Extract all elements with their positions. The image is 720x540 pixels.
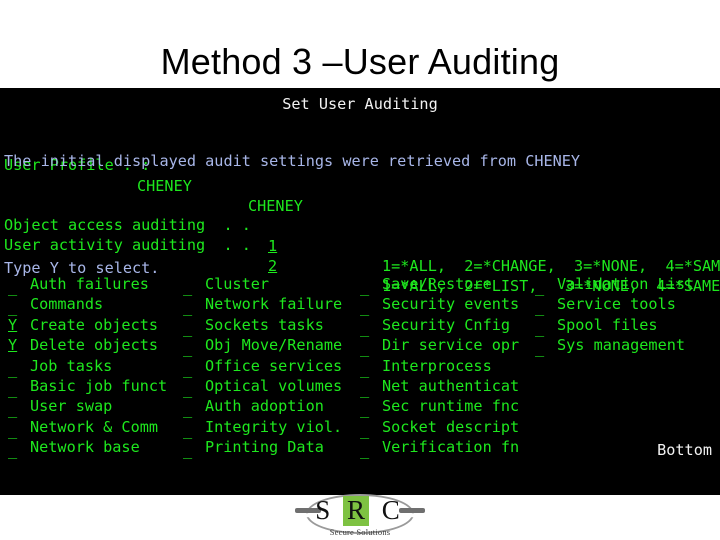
audit-option-label: Service tools <box>557 295 676 314</box>
user-profile-value: CHENEY <box>137 176 192 195</box>
slide-canvas: Method 3 –User Auditing Set User Auditin… <box>0 0 720 540</box>
page-title: Method 3 –User Auditing <box>160 41 560 82</box>
audit-option-input[interactable]: _ <box>183 399 192 419</box>
audit-option-input[interactable]: _ <box>183 297 192 317</box>
audit-option-label: Obj Move/Rename <box>205 336 343 355</box>
audit-option-input[interactable]: _ <box>8 399 17 419</box>
audit-option-input[interactable]: _ <box>183 379 192 399</box>
audit-option-label: Auth adoption <box>205 397 324 416</box>
src-logo: S R C Secure Solutions <box>295 494 425 540</box>
audit-option-label: Sockets tasks <box>205 315 324 334</box>
audit-option-input[interactable]: _ <box>535 338 544 358</box>
audit-option-input[interactable]: Y <box>8 315 17 335</box>
audit-option-label: Dir service opr <box>382 336 520 355</box>
audit-option-input[interactable]: _ <box>8 277 17 297</box>
audit-option-input[interactable]: _ <box>360 297 369 317</box>
audit-option-input[interactable]: _ <box>360 338 369 358</box>
audit-option-label: Network & Comm <box>30 417 159 436</box>
audit-option-label: Sys management <box>557 336 686 355</box>
audit-option-input[interactable]: _ <box>360 379 369 399</box>
audit-option-input[interactable]: _ <box>360 277 369 297</box>
audit-option-input[interactable]: _ <box>360 399 369 419</box>
audit-option-label: Network failure <box>205 295 343 314</box>
audit-option-label: Basic job funct <box>30 377 168 395</box>
function-key-bar[interactable]: F3=Exit F11=Display Keywords F18=Outcomi… <box>0 478 720 495</box>
audit-option-label: Interprocess <box>382 356 492 375</box>
audit-option-input[interactable]: Y <box>8 335 17 355</box>
terminal-screen[interactable]: Set User Auditing User Profile . : CHENE… <box>0 88 720 495</box>
audit-option-label: Sec runtime fnc <box>382 397 520 416</box>
user-activity-label: User activity auditing . . <box>4 236 251 255</box>
audit-option-label: Security Cnfig <box>382 315 511 334</box>
audit-option-label: Socket descript <box>382 417 520 436</box>
logo-tagline: Secure Solutions <box>329 527 391 537</box>
status-message: The initial displayed audit settings wer… <box>4 152 581 170</box>
audit-option-label: Commands <box>30 295 104 314</box>
audit-option-input[interactable]: _ <box>8 420 17 440</box>
audit-option-label: Integrity viol. <box>205 417 343 436</box>
audit-option-label: User swap <box>30 397 113 416</box>
audit-option-input[interactable]: _ <box>360 420 369 440</box>
audit-option-input[interactable]: _ <box>535 277 544 297</box>
audit-option-label: Job tasks <box>30 356 113 375</box>
audit-option-label: Net authenticat <box>382 377 520 395</box>
audit-option-label: Office services <box>205 356 343 375</box>
audit-option-label: Security events <box>382 295 520 314</box>
audit-option-label: Spool files <box>557 315 658 334</box>
page-indicator: Bottom <box>657 441 712 459</box>
audit-option-input[interactable]: _ <box>535 318 544 338</box>
terminal-screen-title: Set User Auditing <box>282 95 438 113</box>
audit-option-label: Cluster <box>205 275 270 293</box>
audit-option-input[interactable]: _ <box>183 318 192 338</box>
audit-option-input[interactable]: _ <box>183 420 192 440</box>
audit-option-label: Optical volumes <box>205 377 343 395</box>
audit-option-input[interactable]: _ <box>183 338 192 358</box>
audit-option-label: Save/Restore <box>382 275 492 293</box>
audit-option-input[interactable]: _ <box>8 379 17 399</box>
audit-option-label: Validation List <box>557 275 695 293</box>
audit-option-input[interactable]: _ <box>360 359 369 379</box>
audit-option-label: Create objects <box>30 315 159 334</box>
audit-option-label: Delete objects <box>30 336 159 355</box>
audit-option-label: Auth failures <box>30 275 149 293</box>
logo-letters: S R C <box>315 495 405 525</box>
audit-option-input[interactable]: _ <box>183 359 192 379</box>
audit-option-input[interactable]: _ <box>8 359 17 379</box>
audit-option-input[interactable]: _ <box>535 297 544 317</box>
audit-option-input[interactable]: _ <box>360 318 369 338</box>
audit-option-input[interactable]: _ <box>183 277 192 297</box>
